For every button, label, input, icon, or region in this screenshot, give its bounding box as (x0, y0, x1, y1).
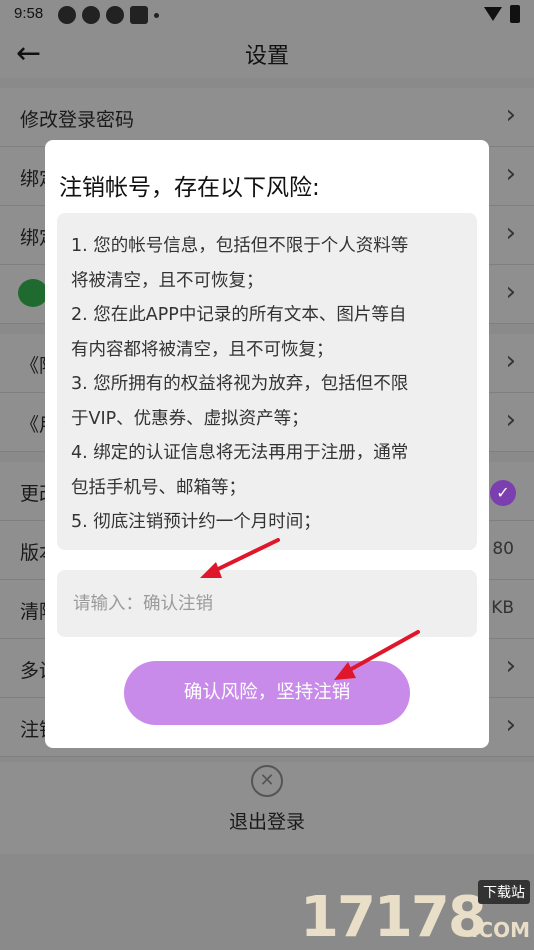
notification-icon (106, 6, 124, 24)
risk-line: 3. 您所拥有的权益将视为放弃，包括但不限 (71, 374, 409, 394)
dialog-title: 注销帐号，存在以下风险: (59, 175, 320, 201)
risk-line: 包括手机号、邮箱等； (71, 477, 246, 498)
more-notifications-icon (154, 13, 159, 18)
version-value: 80 (492, 539, 514, 559)
logout-section[interactable]: ✕ 退出登录 (0, 762, 534, 854)
confirm-input-wrapper (57, 570, 477, 637)
wechat-icon (18, 279, 48, 307)
risk-line: 将被清空，且不可恢复； (71, 270, 264, 291)
chevron-right-icon: › (505, 651, 516, 681)
risk-line: 5. 彻底注销预计约一个月时间； (71, 512, 321, 532)
cache-size-value: KB (491, 598, 514, 618)
check-toggle-icon[interactable]: ✓ (490, 480, 516, 506)
confirm-text-input[interactable] (57, 570, 477, 637)
wifi-icon (484, 7, 502, 21)
chevron-right-icon: › (505, 218, 516, 248)
confirm-delete-button[interactable]: 确认风险，坚持注销 (124, 661, 410, 725)
watermark-digits: 17178 (300, 885, 487, 950)
risk-line: 1. 您的帐号信息，包括但不限于个人资料等 (71, 236, 409, 256)
chevron-right-icon: › (505, 159, 516, 189)
close-circle-icon: ✕ (251, 765, 283, 797)
chevron-right-icon: › (505, 277, 516, 307)
app-header: ← 设置 (0, 30, 534, 78)
chevron-right-icon: › (505, 100, 516, 130)
status-time: 9:58 (14, 5, 44, 22)
site-watermark: 17178 下载站 .COM (300, 880, 530, 946)
risk-line: 4. 绑定的认证信息将无法再用于注册，通常 (71, 443, 409, 463)
watermark-tag: 下载站 (478, 880, 530, 904)
notification-icon (58, 6, 76, 24)
chevron-right-icon: › (505, 710, 516, 740)
logout-label: 退出登录 (228, 811, 305, 833)
chevron-right-icon: › (505, 346, 516, 376)
status-bar: 9:58 (0, 0, 534, 30)
notification-icon (82, 6, 100, 24)
notification-icons (58, 6, 159, 24)
battery-icon (510, 5, 520, 23)
row-label: 修改登录密码 (20, 109, 135, 131)
delete-account-dialog: 注销帐号，存在以下风险: 1. 您的帐号信息，包括但不限于个人资料等 将被清空，… (45, 140, 489, 748)
risk-line: 有内容都将被清空，且不可恢复； (71, 339, 334, 360)
risk-line: 于VIP、优惠券、虚拟资产等； (71, 408, 309, 429)
page-title: 设置 (244, 44, 289, 69)
chevron-right-icon: › (505, 405, 516, 435)
risk-line: 2. 您在此APP中记录的所有文本、图片等自 (71, 305, 407, 325)
settings-row-change-password[interactable]: 修改登录密码 › (0, 88, 534, 147)
notification-icon (130, 6, 148, 24)
risk-list: 1. 您的帐号信息，包括但不限于个人资料等 将被清空，且不可恢复； 2. 您在此… (57, 213, 477, 550)
watermark-suffix: .COM (470, 918, 530, 942)
